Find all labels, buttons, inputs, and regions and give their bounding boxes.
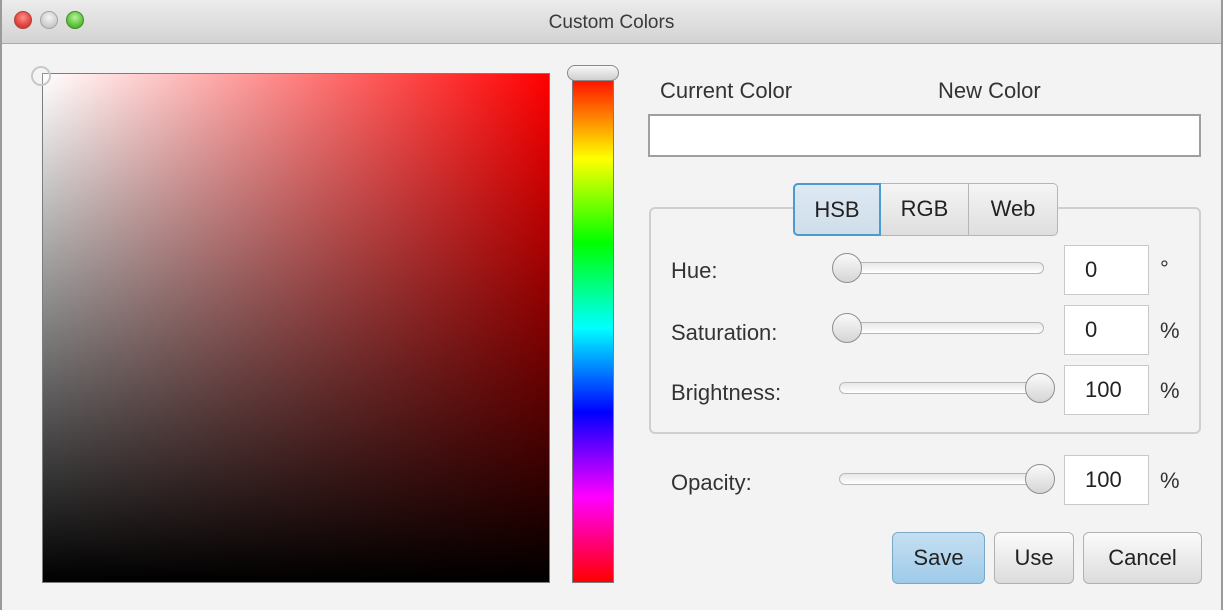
tab-web[interactable]: Web [969, 183, 1058, 236]
use-button[interactable]: Use [994, 532, 1074, 584]
hue-unit: ° [1160, 256, 1169, 281]
color-preview-swatch [648, 114, 1201, 157]
saturation-slider[interactable] [837, 322, 1044, 334]
brightness-input[interactable]: 100 [1064, 365, 1149, 415]
save-button[interactable]: Save [892, 532, 985, 584]
saturation-slider-thumb[interactable] [832, 313, 862, 343]
hue-slider-thumb[interactable] [832, 253, 862, 283]
opacity-slider[interactable] [839, 473, 1048, 485]
hue-slider[interactable] [837, 262, 1044, 274]
tab-rgb[interactable]: RGB [881, 183, 969, 236]
saturation-label: Saturation: [671, 320, 778, 345]
hue-bar-handle[interactable] [567, 65, 619, 81]
saturation-input[interactable]: 0 [1064, 305, 1149, 355]
hue-input[interactable]: 0 [1064, 245, 1149, 295]
brightness-slider[interactable] [839, 382, 1048, 394]
brightness-label: Brightness: [671, 380, 782, 405]
cancel-button[interactable]: Cancel [1083, 532, 1202, 584]
brightness-unit: % [1160, 378, 1180, 403]
saturation-brightness-handle[interactable] [31, 66, 51, 86]
opacity-unit: % [1160, 468, 1180, 493]
hue-label: Hue: [671, 258, 718, 283]
opacity-input[interactable]: 100 [1064, 455, 1149, 505]
color-mode-tabs: HSB RGB Web [793, 183, 1058, 236]
tab-hsb[interactable]: HSB [793, 183, 881, 236]
saturation-unit: % [1160, 318, 1180, 343]
new-color-label: New Color [938, 78, 1041, 103]
saturation-brightness-picker[interactable] [42, 73, 550, 583]
brightness-slider-thumb[interactable] [1025, 373, 1055, 403]
window-title: Custom Colors [548, 12, 675, 33]
opacity-slider-thumb[interactable] [1025, 464, 1055, 494]
current-color-label: Current Color [660, 78, 793, 103]
hue-bar[interactable] [572, 73, 614, 583]
custom-colors-window: Custom Colors Current Color New Color HS… [0, 0, 1223, 610]
opacity-label: Opacity: [671, 470, 752, 495]
title-bar: Custom Colors [2, 0, 1221, 44]
